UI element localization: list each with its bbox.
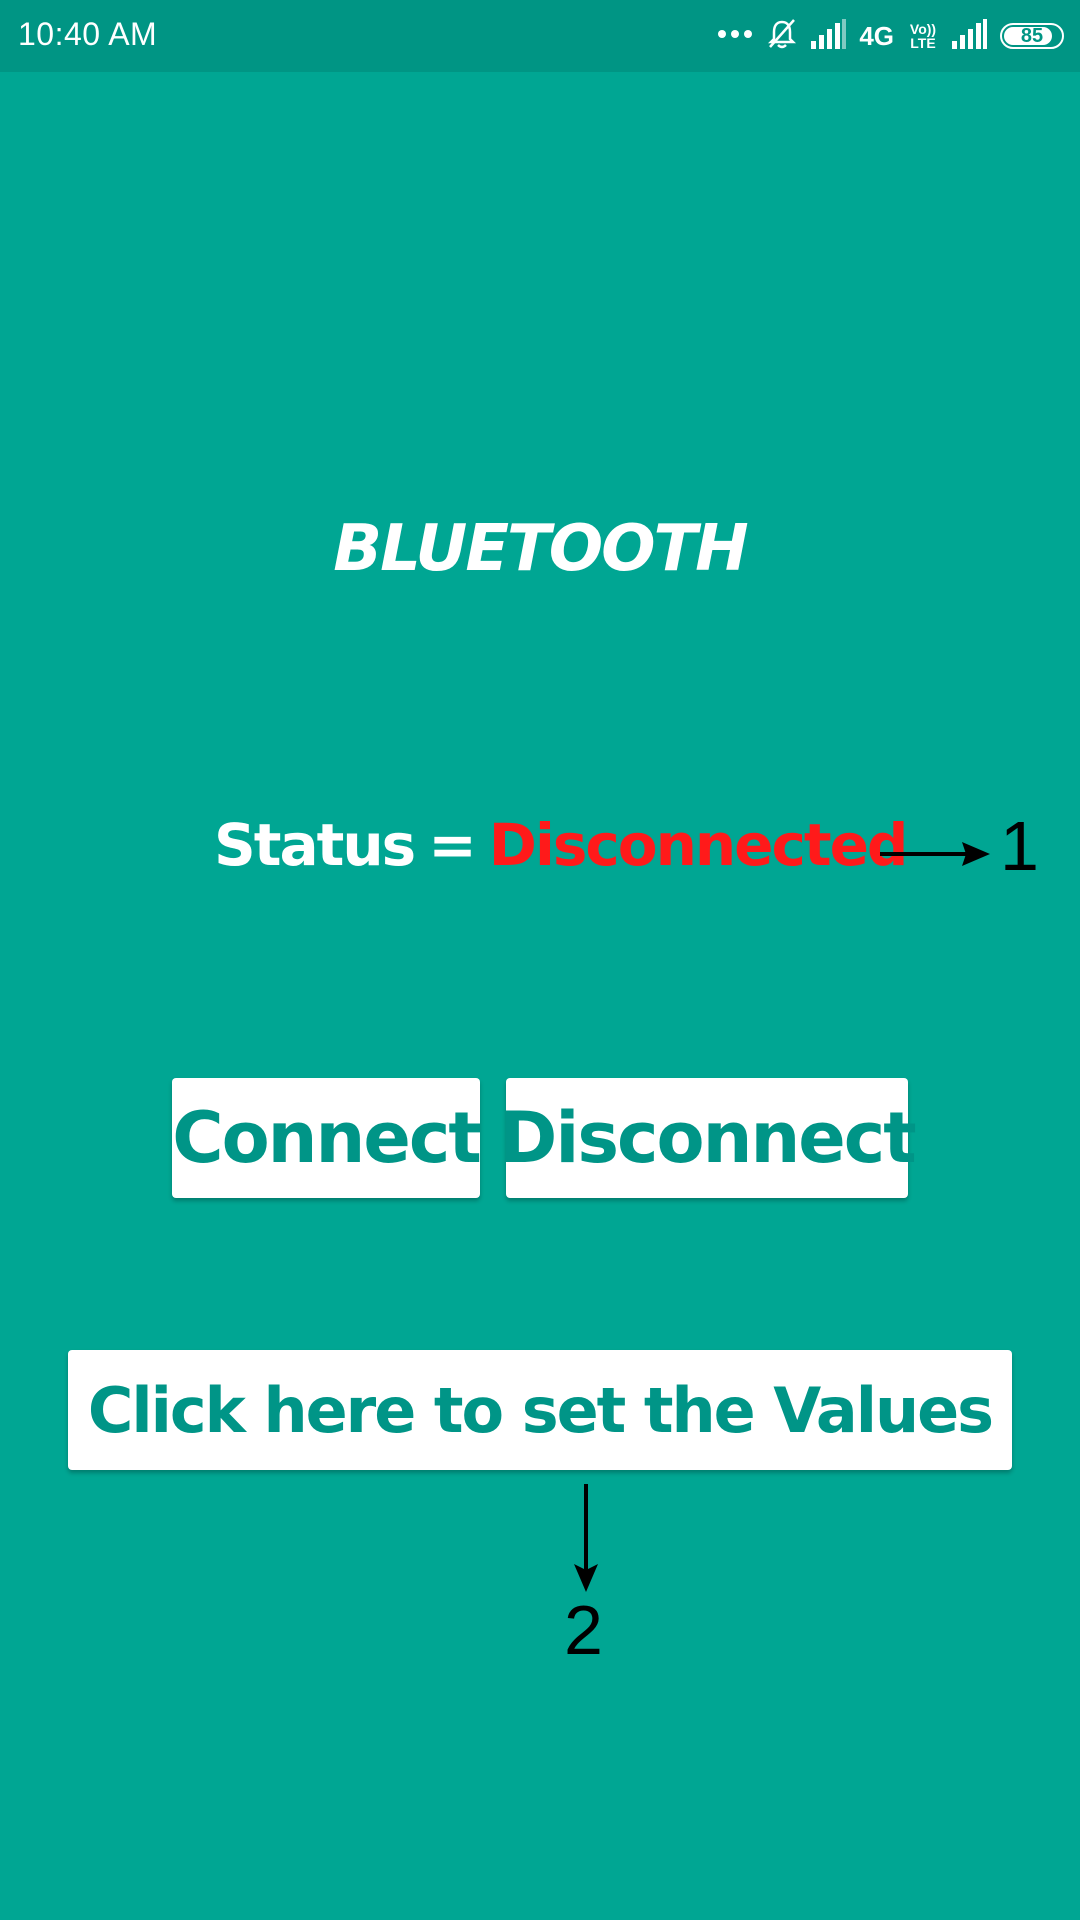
status-time: 10:40 AM (18, 16, 158, 52)
status-value: Disconnected (488, 811, 909, 879)
volte-indicator: Vo)) LTE (906, 22, 940, 50)
status-icons: 4G Vo)) LTE 85 (717, 14, 1064, 58)
set-values-button[interactable]: Click here to set the Values (68, 1350, 1012, 1470)
signal-icon (811, 18, 847, 54)
page-title: BLUETOOTH (333, 512, 748, 586)
muted-bell-icon (765, 17, 799, 56)
status-bar: 10:40 AM 4G Vo)) LTE 85 (0, 0, 1080, 72)
arrow-right-icon (880, 842, 990, 866)
more-dots-icon (717, 27, 753, 45)
annotation-marker-2: 2 (564, 1591, 603, 1669)
volte-bottom: LTE (910, 35, 936, 51)
status-label: Status (214, 811, 416, 879)
status-equals: = (428, 811, 477, 879)
connection-status: Status = Disconnected (214, 800, 909, 890)
connect-button[interactable]: Connect (172, 1078, 482, 1198)
disconnect-button[interactable]: Disconnect (499, 1078, 917, 1198)
battery-level: 85 (1020, 24, 1044, 47)
battery-icon: 85 (1000, 23, 1064, 49)
annotation-marker-1: 1 (1000, 807, 1039, 885)
signal-icon-2 (952, 18, 988, 54)
network-type: 4G (859, 20, 894, 51)
arrow-down-icon (574, 1484, 598, 1592)
